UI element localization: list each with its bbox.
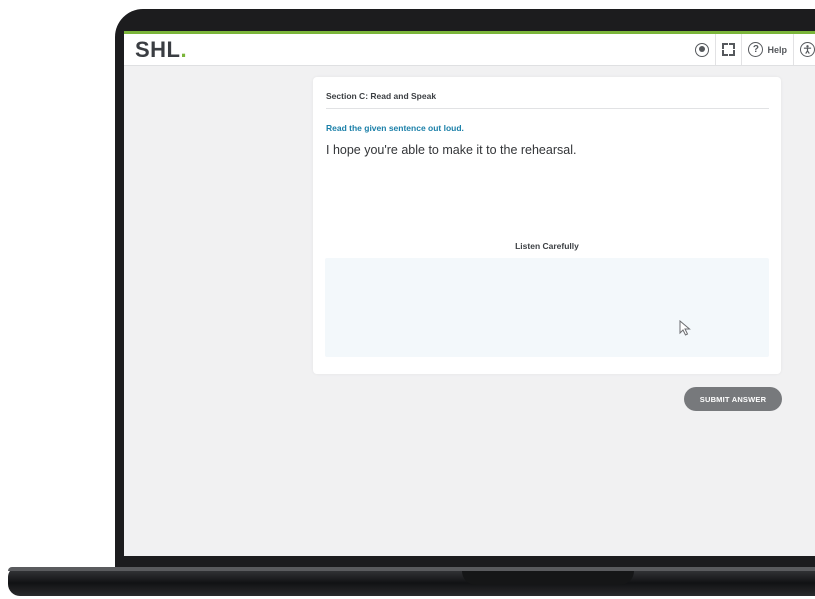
section-divider bbox=[326, 108, 769, 109]
instruction-text: Read the given sentence out loud. bbox=[326, 123, 464, 133]
accessibility-button[interactable] bbox=[793, 34, 815, 65]
fullscreen-icon bbox=[722, 43, 736, 56]
listen-label: Listen Carefully bbox=[515, 241, 579, 251]
fullscreen-button[interactable] bbox=[715, 34, 741, 65]
shl-logo: SHL. bbox=[135, 37, 188, 62]
record-indicator[interactable] bbox=[689, 34, 715, 65]
prompt-sentence: I hope you're able to make it to the reh… bbox=[326, 143, 577, 157]
laptop-notch bbox=[462, 571, 634, 585]
help-label: Help bbox=[767, 44, 787, 55]
audio-panel[interactable] bbox=[325, 258, 769, 357]
section-title: Section C: Read and Speak bbox=[326, 91, 437, 101]
toolbar: ? Help bbox=[689, 34, 815, 65]
laptop-base-rim bbox=[8, 567, 815, 571]
accessibility-icon bbox=[800, 42, 815, 57]
help-button[interactable]: ? Help bbox=[741, 34, 793, 65]
submit-answer-button[interactable]: SUBMIT ANSWER bbox=[684, 387, 782, 411]
app-screen: SHL. ? Help Section C: Read and Speak Re… bbox=[124, 31, 815, 556]
top-bar: SHL. ? Help bbox=[124, 34, 815, 66]
mouse-cursor-icon bbox=[679, 320, 691, 336]
laptop-base bbox=[8, 567, 815, 596]
record-icon bbox=[695, 42, 710, 57]
question-card: Section C: Read and Speak Read the given… bbox=[313, 77, 781, 374]
help-icon: ? bbox=[748, 42, 764, 57]
